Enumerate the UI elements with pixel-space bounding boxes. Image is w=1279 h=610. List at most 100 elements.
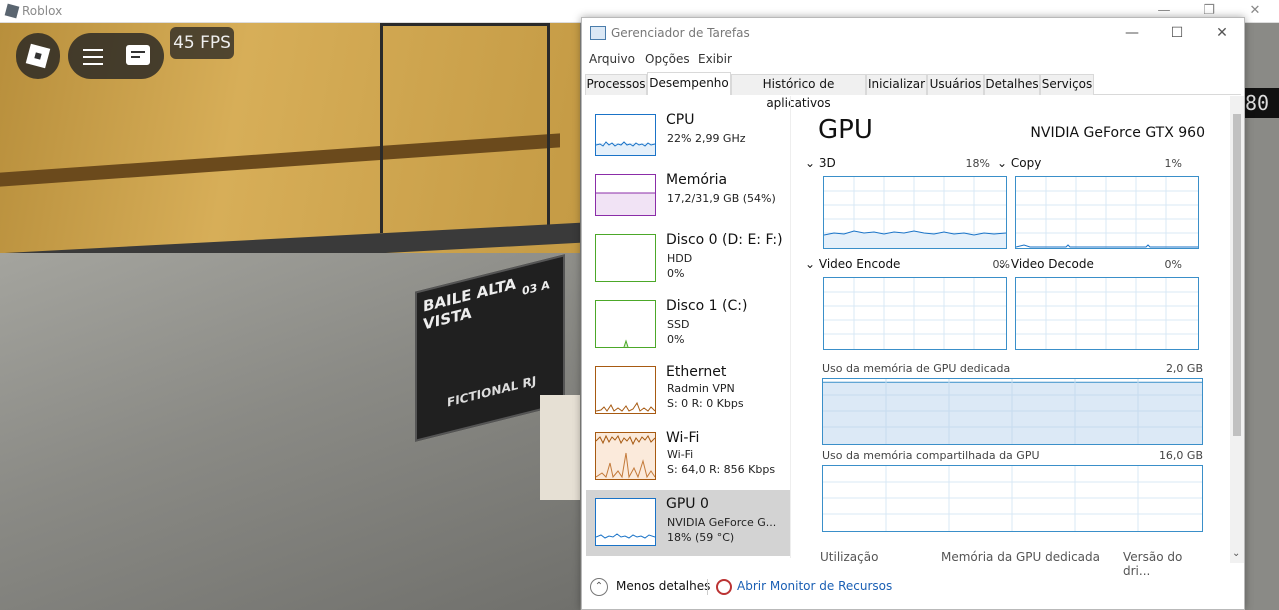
dedicated-memory-graph bbox=[822, 378, 1203, 445]
resource-name: GPU 0 bbox=[666, 496, 709, 512]
resource-gpu0[interactable]: GPU 0 NVIDIA GeForce G... 18% (59 °C) bbox=[586, 490, 790, 556]
shared-memory-label: Uso da memória compartilhada da GPU bbox=[822, 449, 1040, 462]
scrollbar-thumb[interactable] bbox=[1233, 114, 1241, 436]
hamburger-icon[interactable] bbox=[83, 47, 103, 65]
roblox-close-button[interactable]: ✕ bbox=[1245, 2, 1265, 20]
roblox-toolbar bbox=[68, 33, 164, 79]
resource-sub1: 22% 2,99 GHz bbox=[667, 132, 746, 145]
gpu-model-name: NVIDIA GeForce GTX 960 bbox=[1030, 125, 1205, 141]
shared-memory-graph bbox=[822, 465, 1203, 532]
resource-sub2: 0% bbox=[667, 333, 685, 346]
resource-name: Wi-Fi bbox=[666, 430, 700, 446]
cpu-thumbnail-graph bbox=[595, 114, 656, 156]
dedicated-memory-value: 2,0 GB bbox=[1165, 362, 1203, 375]
task-manager-window: Gerenciador de Tarefas — ☐ ✕ Arquivo Opç… bbox=[581, 17, 1245, 610]
resource-memory[interactable]: Memória 17,2/31,9 GB (54%) bbox=[586, 166, 790, 232]
engine-copy-dropdown[interactable]: ⌄ Copy bbox=[997, 156, 1041, 170]
chat-icon[interactable] bbox=[126, 45, 150, 65]
less-details-link[interactable]: Menos detalhes bbox=[616, 579, 710, 593]
menu-bar: Arquivo Opções Exibir bbox=[582, 49, 1244, 69]
resource-sub2: S: 64,0 R: 856 Kbps bbox=[667, 463, 776, 476]
resource-sub1: 17,2/31,9 GB (54%) bbox=[667, 192, 776, 205]
stat-utilizacao: Utilização bbox=[820, 550, 879, 564]
engine-encode-dropdown[interactable]: ⌄ Video Encode bbox=[805, 257, 900, 271]
minimize-button[interactable]: — bbox=[1112, 22, 1152, 44]
engine-decode-percent: 0% bbox=[1164, 258, 1182, 271]
memory-thumbnail-graph bbox=[595, 174, 656, 216]
close-button[interactable]: ✕ bbox=[1202, 22, 1242, 44]
engine-3d-percent: 18% bbox=[965, 157, 990, 170]
engine-3d-graph bbox=[823, 176, 1007, 249]
task-manager-app-icon bbox=[590, 26, 606, 40]
divider bbox=[707, 579, 708, 595]
tab-detalhes[interactable]: Detalhes bbox=[984, 74, 1040, 95]
detail-title: GPU bbox=[818, 115, 873, 145]
task-manager-titlebar[interactable]: Gerenciador de Tarefas — ☐ ✕ bbox=[582, 18, 1244, 48]
resource-name: Memória bbox=[666, 172, 728, 188]
maximize-button[interactable]: ☐ bbox=[1157, 22, 1197, 44]
dedicated-memory-label: Uso da memória de GPU dedicada bbox=[822, 362, 1011, 375]
tab-usuarios[interactable]: Usuários bbox=[927, 74, 984, 95]
resource-sub1: SSD bbox=[667, 318, 690, 331]
gpu-thumbnail-graph bbox=[595, 498, 656, 546]
roblox-window-title: Roblox bbox=[22, 4, 63, 18]
resource-sub1: NVIDIA GeForce G... bbox=[667, 516, 777, 529]
bottom-bar: ⌃ Menos detalhes Abrir Monitor de Recurs… bbox=[582, 571, 1244, 609]
roblox-logo-icon bbox=[4, 3, 20, 19]
disk0-thumbnail-graph bbox=[595, 234, 656, 282]
tab-bar: Processos Desempenho Histórico de aplica… bbox=[585, 72, 1241, 110]
resource-monitor-icon[interactable] bbox=[716, 579, 732, 595]
resource-name: CPU bbox=[666, 112, 695, 128]
fps-counter: 45 FPS bbox=[170, 27, 234, 59]
game-box bbox=[540, 395, 580, 500]
engine-copy-graph bbox=[1015, 176, 1199, 249]
tab-inicializar[interactable]: Inicializar bbox=[866, 74, 927, 95]
engine-label: Copy bbox=[1010, 156, 1042, 170]
resource-disk1[interactable]: Disco 1 (C:) SSD 0% bbox=[586, 292, 790, 358]
disk1-thumbnail-graph bbox=[595, 300, 656, 348]
menu-arquivo[interactable]: Arquivo bbox=[589, 52, 635, 66]
resource-sub2: 0% bbox=[667, 267, 685, 280]
tab-historico[interactable]: Histórico de aplicativos bbox=[731, 74, 866, 110]
ethernet-thumbnail-graph bbox=[595, 366, 656, 414]
scroll-down-arrow-icon[interactable]: ⌄ bbox=[1232, 548, 1240, 559]
resource-sub1: Wi-Fi bbox=[667, 448, 694, 461]
chevron-up-icon[interactable]: ⌃ bbox=[590, 578, 608, 596]
tab-desempenho[interactable]: Desempenho bbox=[647, 72, 731, 95]
roblox-menu-button[interactable] bbox=[16, 33, 60, 79]
roblox-logo-icon bbox=[25, 43, 51, 69]
resource-wifi[interactable]: Wi-Fi Wi-Fi S: 64,0 R: 856 Kbps bbox=[586, 424, 790, 490]
resource-sub1: HDD bbox=[667, 252, 693, 265]
vertical-scrollbar[interactable]: ⌄ bbox=[1230, 96, 1244, 563]
engine-decode-dropdown[interactable]: ⌄ Video Decode bbox=[997, 257, 1094, 271]
resource-monitor-link[interactable]: Abrir Monitor de Recursos bbox=[737, 579, 892, 593]
resource-sub2: S: 0 R: 0 Kbps bbox=[667, 397, 744, 410]
engine-decode-graph bbox=[1015, 277, 1199, 350]
resource-name: Ethernet bbox=[666, 364, 727, 380]
resource-name: Disco 1 (C:) bbox=[666, 298, 748, 314]
stat-dedicated-memory: Memória da GPU dedicada bbox=[941, 550, 1100, 564]
resource-sub2: 18% (59 °C) bbox=[667, 531, 735, 544]
sign-line2: FICTIONAL RJ bbox=[447, 373, 537, 410]
engine-label: 3D bbox=[818, 156, 836, 170]
tab-servicos[interactable]: Serviços bbox=[1040, 74, 1094, 95]
menu-exibir[interactable]: Exibir bbox=[698, 52, 732, 66]
resource-ethernet[interactable]: Ethernet Radmin VPN S: 0 R: 0 Kbps bbox=[586, 358, 790, 424]
wifi-thumbnail-graph bbox=[595, 432, 656, 480]
engine-encode-graph bbox=[823, 277, 1007, 350]
engine-label: Video Encode bbox=[818, 257, 901, 271]
resource-sub1: Radmin VPN bbox=[667, 382, 735, 395]
hud-counter: 80 bbox=[1245, 88, 1279, 118]
tab-processos[interactable]: Processos bbox=[585, 74, 647, 95]
resource-cpu[interactable]: CPU 22% 2,99 GHz bbox=[586, 106, 790, 172]
menu-opcoes[interactable]: Opções bbox=[645, 52, 690, 66]
engine-3d-dropdown[interactable]: ⌄ 3D bbox=[805, 156, 836, 170]
game-window-frame bbox=[380, 23, 550, 233]
shared-memory-value: 16,0 GB bbox=[1158, 449, 1203, 462]
gpu-detail-pane: GPU NVIDIA GeForce GTX 960 ⌄ 3D 18% ⌄ Co… bbox=[802, 108, 1212, 578]
task-manager-title: Gerenciador de Tarefas bbox=[611, 26, 750, 40]
engine-label: Video Decode bbox=[1010, 257, 1094, 271]
resource-list: CPU 22% 2,99 GHz Memória 17,2/31,9 GB (5… bbox=[585, 96, 791, 558]
engine-copy-percent: 1% bbox=[1164, 157, 1182, 170]
resource-disk0[interactable]: Disco 0 (D: E: F:) HDD 0% bbox=[586, 226, 790, 292]
